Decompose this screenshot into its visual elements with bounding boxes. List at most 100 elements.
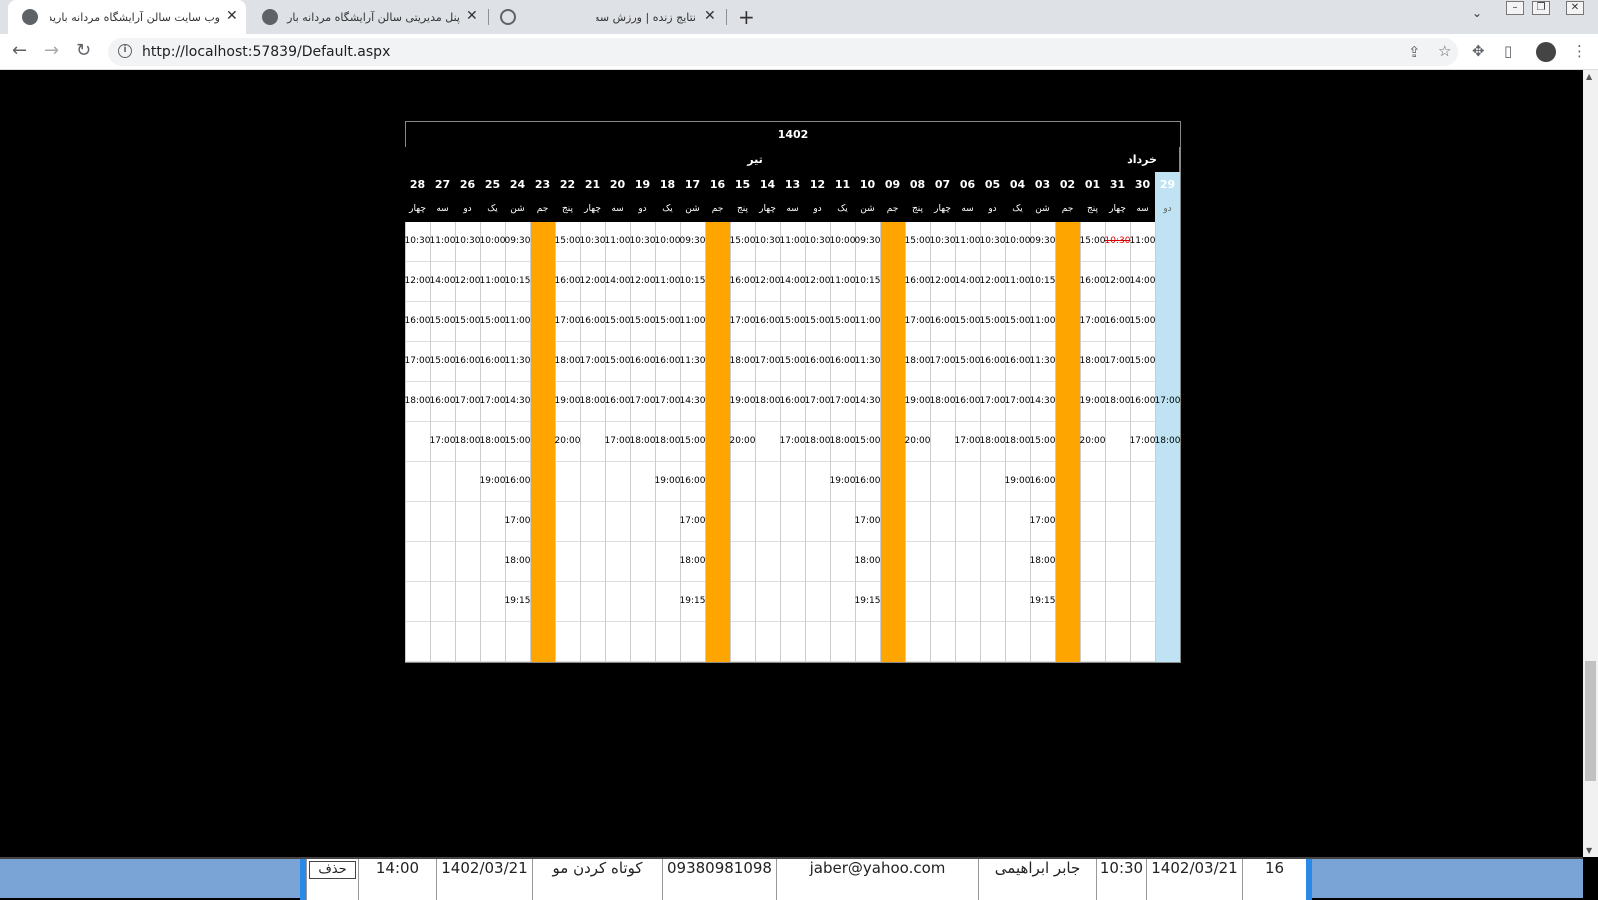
time-slot[interactable]: 15:00 — [953, 316, 982, 326]
avatar[interactable] — [1536, 42, 1556, 62]
time-slot[interactable]: 10:15 — [678, 276, 707, 286]
time-slot[interactable]: 17:00 — [778, 436, 807, 446]
time-slot[interactable]: 17:00 — [903, 316, 932, 326]
time-slot[interactable]: 19:00 — [553, 396, 582, 406]
time-slot[interactable]: 16:00 — [578, 316, 607, 326]
chevron-down-icon[interactable]: ⌄ — [1472, 6, 1482, 20]
time-slot[interactable]: 16:00 — [553, 276, 582, 286]
time-slot[interactable]: 19:00 — [1003, 476, 1032, 486]
time-slot[interactable]: 19:15 — [503, 596, 532, 606]
time-slot[interactable]: 10:15 — [1028, 276, 1057, 286]
time-slot[interactable]: 09:30 — [678, 236, 707, 246]
reload-icon[interactable]: ↻ — [76, 40, 91, 61]
time-slot[interactable]: 10:30 — [753, 236, 782, 246]
time-slot[interactable]: 10:30 — [928, 236, 957, 246]
time-slot[interactable]: 11:00 — [503, 316, 532, 326]
time-slot[interactable]: 16:00 — [828, 356, 857, 366]
time-slot[interactable]: 14:00 — [603, 276, 632, 286]
time-slot[interactable]: 18:00 — [1153, 436, 1182, 446]
time-slot[interactable]: 18:00 — [1078, 356, 1107, 366]
time-slot[interactable]: 16:00 — [678, 476, 707, 486]
time-slot[interactable]: 16:00 — [628, 356, 657, 366]
time-slot[interactable]: 17:00 — [603, 436, 632, 446]
time-slot[interactable]: 10:00 — [828, 236, 857, 246]
time-slot[interactable]: 16:00 — [978, 356, 1007, 366]
time-slot[interactable]: 16:00 — [653, 356, 682, 366]
time-slot[interactable]: 12:00 — [628, 276, 657, 286]
tab-sports[interactable]: نتایج زنده | ورزش سه ✕ — [492, 0, 722, 34]
time-slot[interactable]: 17:00 — [728, 316, 757, 326]
scrollbar[interactable]: ▲ ▼ — [1583, 70, 1598, 857]
time-slot[interactable]: 16:00 — [478, 356, 507, 366]
time-slot[interactable]: 10:00 — [1003, 236, 1032, 246]
time-slot[interactable]: 15:00 — [428, 356, 457, 366]
time-slot[interactable]: 15:00 — [1003, 316, 1032, 326]
time-slot[interactable]: 16:00 — [1003, 356, 1032, 366]
time-slot[interactable]: 17:00 — [753, 356, 782, 366]
time-slot[interactable]: 15:00 — [1078, 236, 1107, 246]
tab-admin[interactable]: پنل مدیریتی سالن آرایشگاه مردانه بار ✕ — [254, 0, 484, 34]
time-slot[interactable]: 16:00 — [453, 356, 482, 366]
time-slot[interactable]: 16:00 — [603, 396, 632, 406]
time-slot[interactable]: 20:00 — [728, 436, 757, 446]
time-slot[interactable]: 15:00 — [603, 356, 632, 366]
minimize-icon[interactable]: – — [1506, 1, 1524, 15]
time-slot[interactable]: 17:00 — [403, 356, 432, 366]
time-slot[interactable]: 11:00 — [1003, 276, 1032, 286]
close-icon[interactable]: ✕ — [226, 8, 238, 24]
time-slot[interactable]: 16:00 — [903, 276, 932, 286]
time-slot[interactable]: 18:00 — [928, 396, 957, 406]
time-slot[interactable]: 15:00 — [903, 236, 932, 246]
time-slot[interactable]: 12:00 — [978, 276, 1007, 286]
time-slot[interactable]: 17:00 — [628, 396, 657, 406]
share-icon[interactable]: ⇪ — [1408, 43, 1421, 61]
time-slot[interactable]: 12:00 — [1103, 276, 1132, 286]
time-slot[interactable]: 15:00 — [603, 316, 632, 326]
time-slot[interactable]: 17:00 — [653, 396, 682, 406]
time-slot[interactable]: 10:30 — [403, 236, 432, 246]
time-slot[interactable]: 11:00 — [953, 236, 982, 246]
time-slot[interactable]: 11:00 — [653, 276, 682, 286]
menu-icon[interactable]: ⋮ — [1572, 42, 1587, 60]
time-slot[interactable]: 11:30 — [1028, 356, 1057, 366]
time-slot[interactable]: 17:00 — [553, 316, 582, 326]
extensions-icon[interactable]: ✥ — [1472, 42, 1485, 60]
time-slot[interactable]: 19:00 — [1078, 396, 1107, 406]
time-slot[interactable]: 11:00 — [478, 276, 507, 286]
time-slot[interactable]: 15:00 — [953, 356, 982, 366]
time-slot[interactable]: 14:30 — [503, 396, 532, 406]
forward-icon[interactable]: → — [44, 40, 59, 61]
time-slot[interactable]: 09:30 — [853, 236, 882, 246]
time-slot[interactable]: 10:30 — [628, 236, 657, 246]
time-slot[interactable]: 11:00 — [778, 236, 807, 246]
time-slot[interactable]: 17:00 — [803, 396, 832, 406]
time-slot[interactable]: 18:00 — [453, 436, 482, 446]
time-slot[interactable]: 15:00 — [978, 316, 1007, 326]
time-slot[interactable]: 17:00 — [478, 396, 507, 406]
time-slot[interactable]: 17:00 — [503, 516, 532, 526]
time-slot[interactable]: 15:00 — [553, 236, 582, 246]
time-slot[interactable]: 11:30 — [678, 356, 707, 366]
back-icon[interactable]: ← — [12, 40, 27, 61]
time-slot[interactable]: 12:00 — [928, 276, 957, 286]
time-slot[interactable]: 17:00 — [1003, 396, 1032, 406]
time-slot[interactable]: 18:00 — [803, 436, 832, 446]
time-slot[interactable]: 18:00 — [903, 356, 932, 366]
time-slot[interactable]: 18:00 — [628, 436, 657, 446]
time-slot[interactable]: 19:00 — [653, 476, 682, 486]
time-slot[interactable]: 16:00 — [503, 476, 532, 486]
time-slot[interactable]: 10:15 — [853, 276, 882, 286]
time-slot[interactable]: 18:00 — [753, 396, 782, 406]
time-slot[interactable]: 16:00 — [1103, 316, 1132, 326]
time-slot[interactable]: 17:00 — [578, 356, 607, 366]
time-slot[interactable]: 10:30 — [578, 236, 607, 246]
time-slot[interactable]: 16:00 — [803, 356, 832, 366]
time-slot[interactable]: 10:30 — [453, 236, 482, 246]
close-icon[interactable]: ✕ — [466, 8, 478, 24]
time-slot[interactable]: 15:00 — [653, 316, 682, 326]
time-slot[interactable]: 15:00 — [503, 436, 532, 446]
time-slot[interactable]: 18:00 — [653, 436, 682, 446]
time-slot[interactable]: 17:00 — [428, 436, 457, 446]
time-slot[interactable]: 10:00 — [653, 236, 682, 246]
time-slot[interactable]: 18:00 — [403, 396, 432, 406]
